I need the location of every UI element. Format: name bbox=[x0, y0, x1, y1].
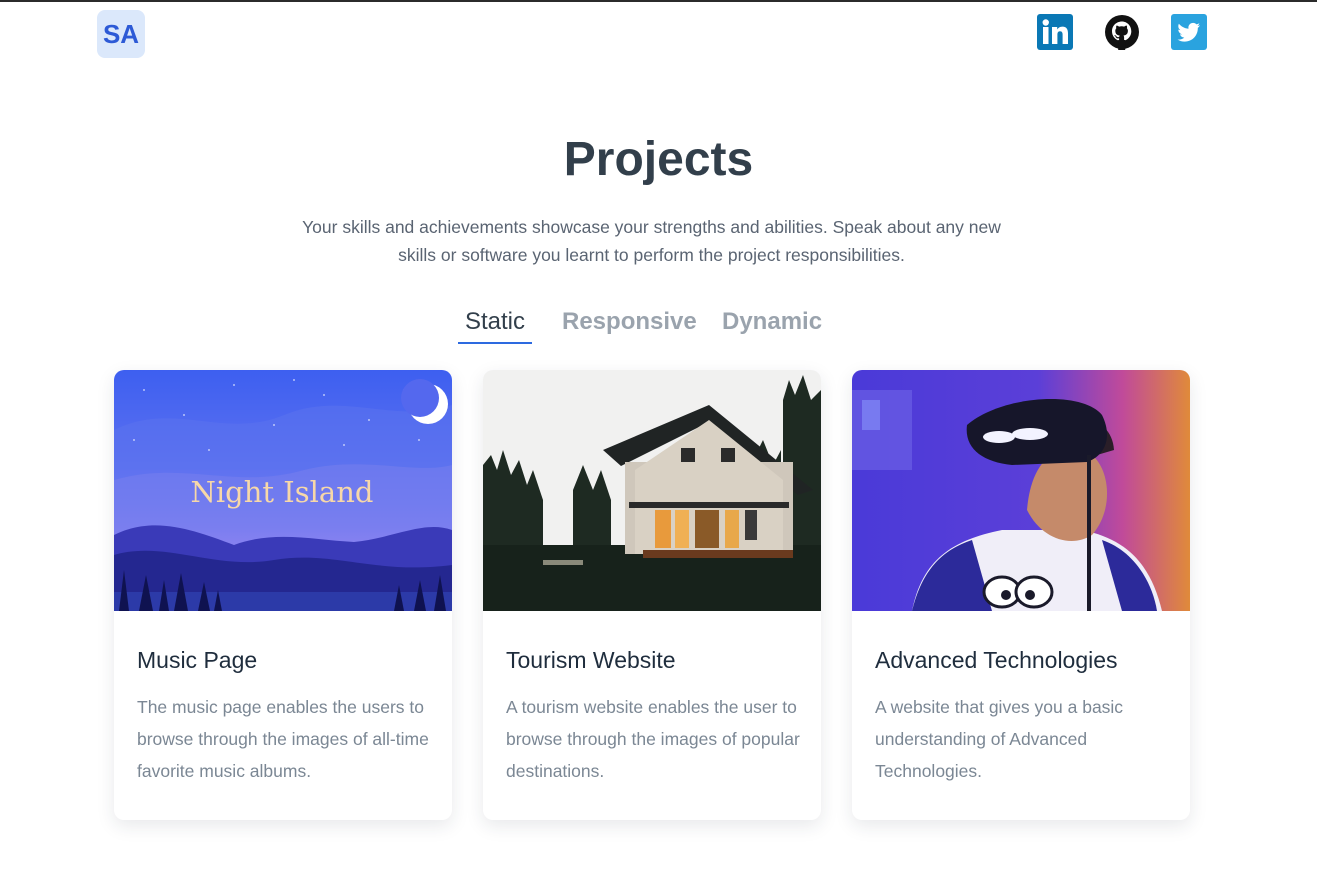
vr-headset-photo-image bbox=[852, 370, 1190, 611]
project-tabs: Static Responsive Dynamic bbox=[0, 308, 1317, 348]
twitter-icon[interactable] bbox=[1171, 14, 1207, 50]
house-photo-image bbox=[483, 370, 821, 611]
section-title: Projects bbox=[563, 133, 754, 186]
project-card-tourism-website[interactable]: Tourism Website A tourism website enable… bbox=[483, 370, 821, 820]
project-card-advanced-technologies[interactable]: Advanced Technologies A website that giv… bbox=[852, 370, 1190, 820]
header: SA bbox=[0, 2, 1317, 72]
card-description: A website that gives you a basic underst… bbox=[875, 697, 1124, 781]
tab-responsive[interactable]: Responsive bbox=[562, 308, 697, 342]
card-description: The music page enables the users to brow… bbox=[137, 697, 429, 781]
tab-static[interactable]: Static bbox=[458, 308, 532, 344]
github-icon[interactable] bbox=[1104, 14, 1140, 50]
project-card-music-page[interactable]: Night Island Music Page The music page e… bbox=[114, 370, 452, 820]
card-description: A tourism website enables the user to br… bbox=[506, 697, 800, 781]
tab-dynamic[interactable]: Dynamic bbox=[722, 308, 822, 342]
card-title: Music Page bbox=[137, 647, 258, 673]
card-title: Tourism Website bbox=[506, 647, 676, 673]
card-title: Advanced Technologies bbox=[875, 647, 1118, 673]
section-subtitle: Your skills and achievements showcase yo… bbox=[302, 217, 1001, 265]
linkedin-icon[interactable] bbox=[1037, 14, 1073, 50]
svg-text:Night Island: Night Island bbox=[191, 475, 374, 509]
night-island-image: Night Island bbox=[114, 370, 452, 611]
site-logo[interactable]: SA bbox=[97, 10, 145, 58]
